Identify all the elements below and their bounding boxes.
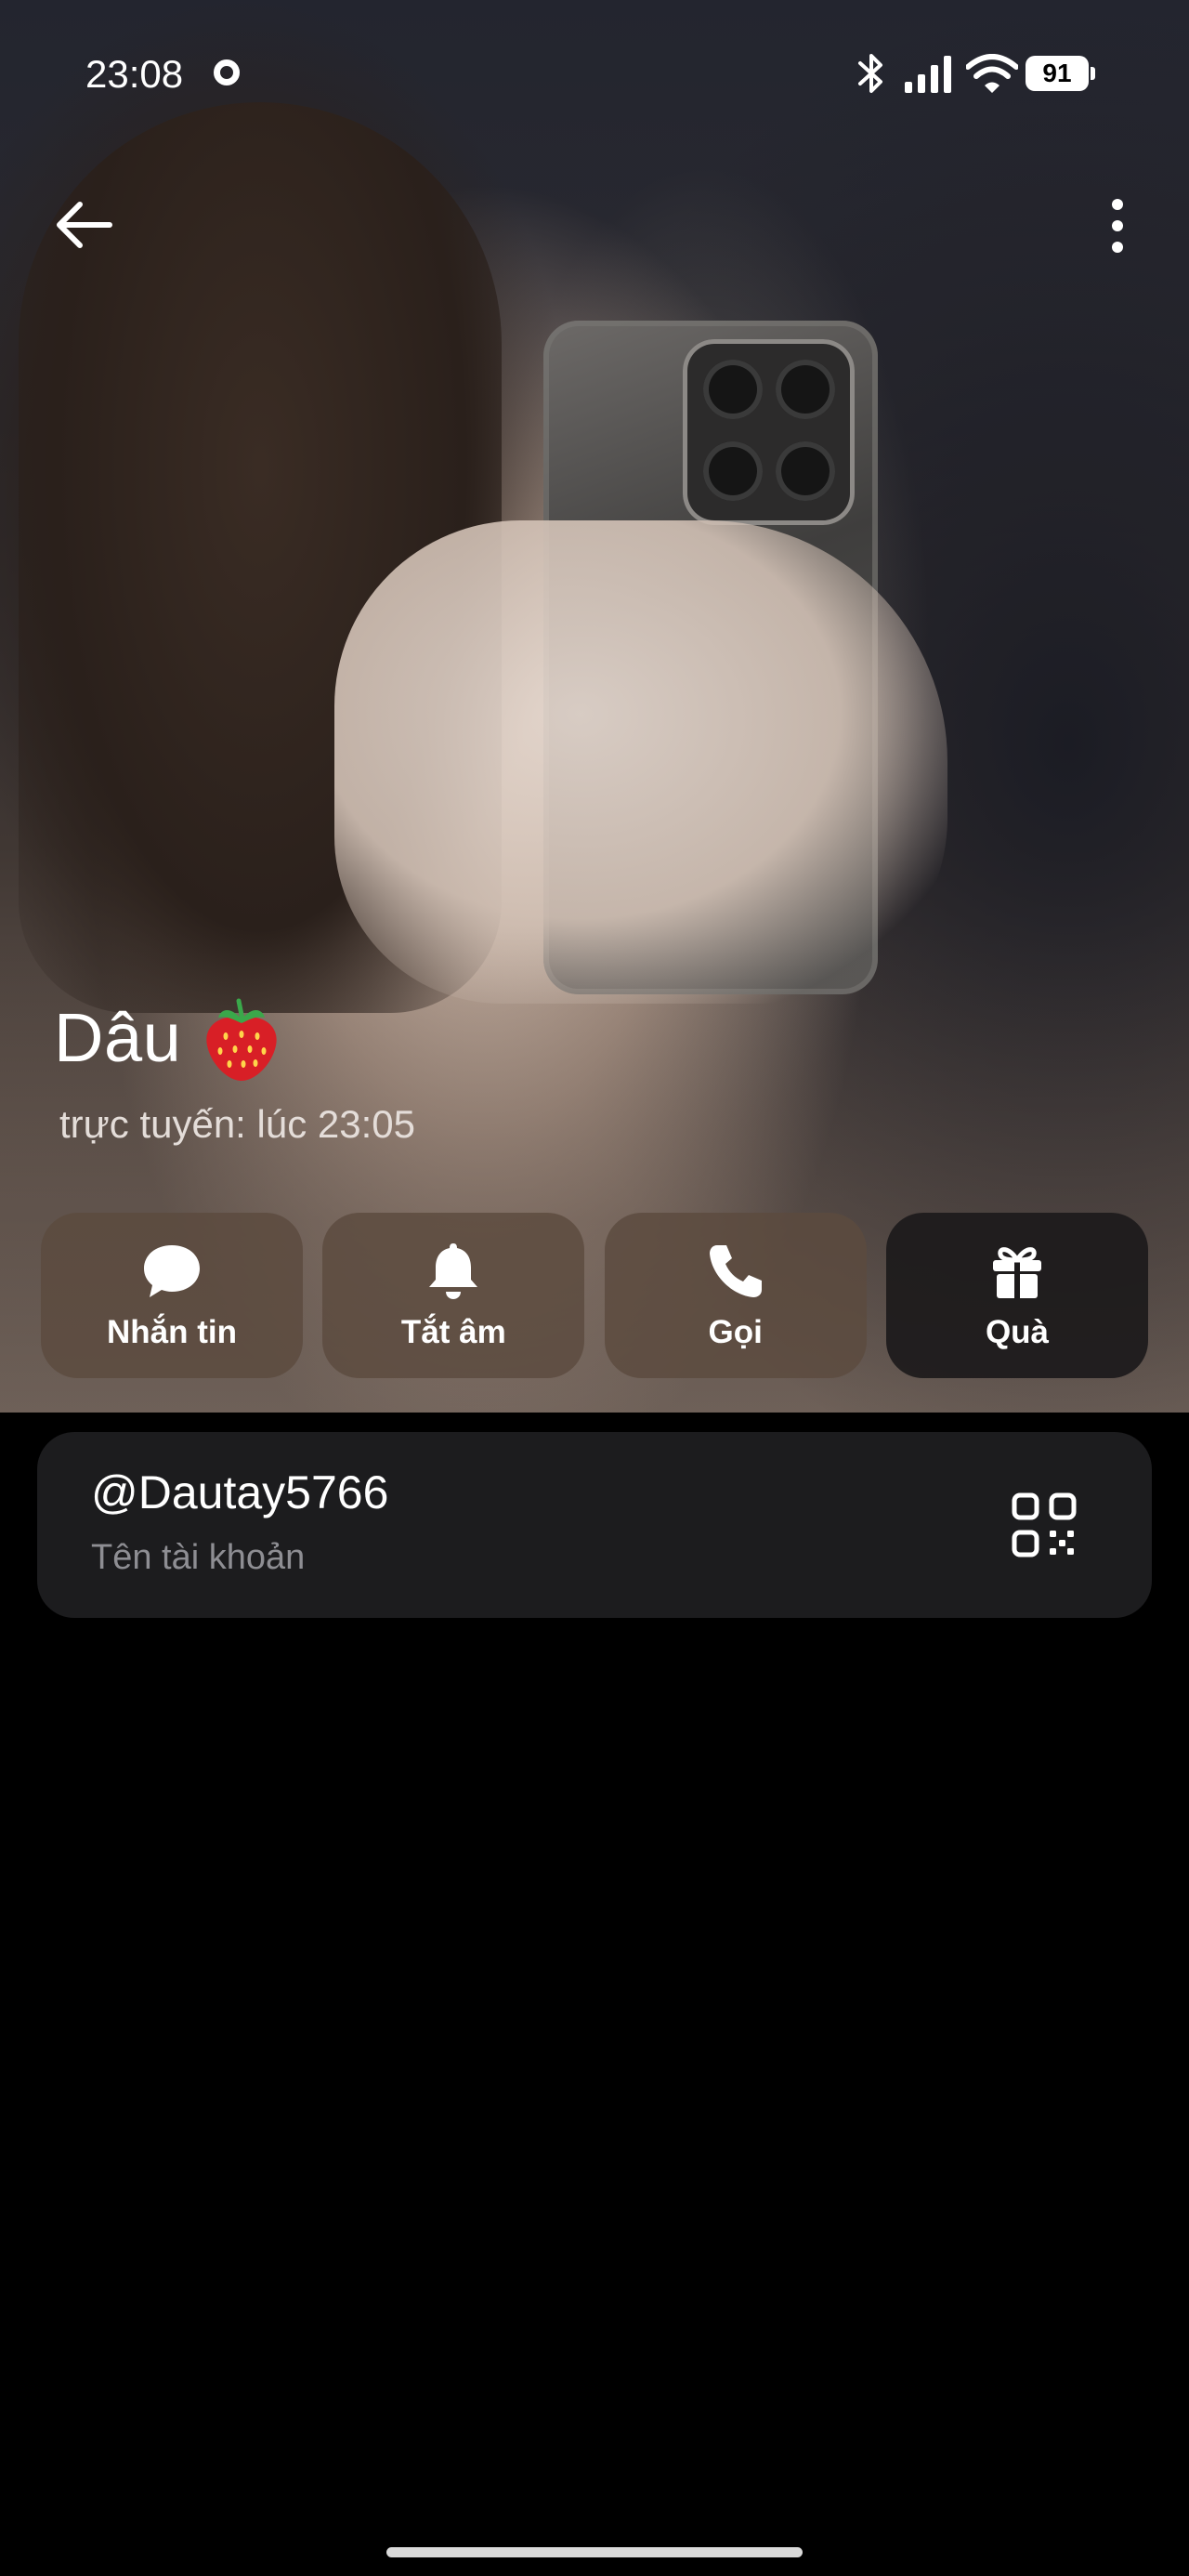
signal-icon (905, 56, 951, 93)
battery-indicator: 91 (1026, 56, 1095, 91)
mute-button[interactable]: Tắt âm (322, 1213, 585, 1378)
camera-lens (776, 441, 835, 501)
gift-button-label: Quà (985, 1314, 1050, 1350)
phone-icon (709, 1245, 762, 1297)
home-indicator[interactable] (386, 2547, 803, 2557)
status-ring-icon (214, 59, 240, 85)
photo-hand (334, 520, 947, 1004)
back-arrow-icon[interactable] (52, 197, 115, 253)
username-caption: Tên tài khoản (91, 1538, 306, 1577)
bell-icon (429, 1243, 478, 1299)
status-bar: 23:08 91 (0, 45, 1189, 110)
battery-level: 91 (1042, 59, 1072, 87)
account-info-card[interactable]: @Dautay5766 Tên tài khoản (37, 1432, 1152, 1618)
call-button-label: Gọi (708, 1314, 763, 1350)
camera-lens (703, 441, 763, 501)
qr-code-icon[interactable] (1011, 1492, 1078, 1558)
profile-actions: Nhắn tin Tắt âm Gọi Quà (41, 1213, 1148, 1378)
message-button-label: Nhắn tin (107, 1314, 237, 1350)
mute-button-label: Tắt âm (400, 1314, 506, 1350)
gift-icon (992, 1247, 1041, 1298)
more-options-icon[interactable] (1096, 195, 1139, 256)
wifi-icon (966, 54, 1018, 93)
profile-name: Dâu (54, 998, 182, 1076)
camera-lens (703, 360, 763, 419)
username[interactable]: @Dautay5766 (91, 1465, 388, 1519)
call-button[interactable]: Gọi (604, 1213, 867, 1378)
status-time: 23:08 (85, 52, 184, 96)
message-button[interactable]: Nhắn tin (41, 1213, 303, 1378)
last-seen-status: trực tuyến: lúc 23:05 (59, 1102, 415, 1146)
profile-photo[interactable] (0, 0, 1189, 1413)
profile-name-row: Dâu (54, 991, 281, 1084)
gift-button[interactable]: Quà (885, 1213, 1148, 1378)
camera-lens (776, 360, 835, 419)
chat-bubble-icon (144, 1245, 200, 1297)
strawberry-icon (206, 998, 277, 1081)
photo-camera-block (683, 339, 855, 525)
bluetooth-icon (858, 54, 882, 93)
